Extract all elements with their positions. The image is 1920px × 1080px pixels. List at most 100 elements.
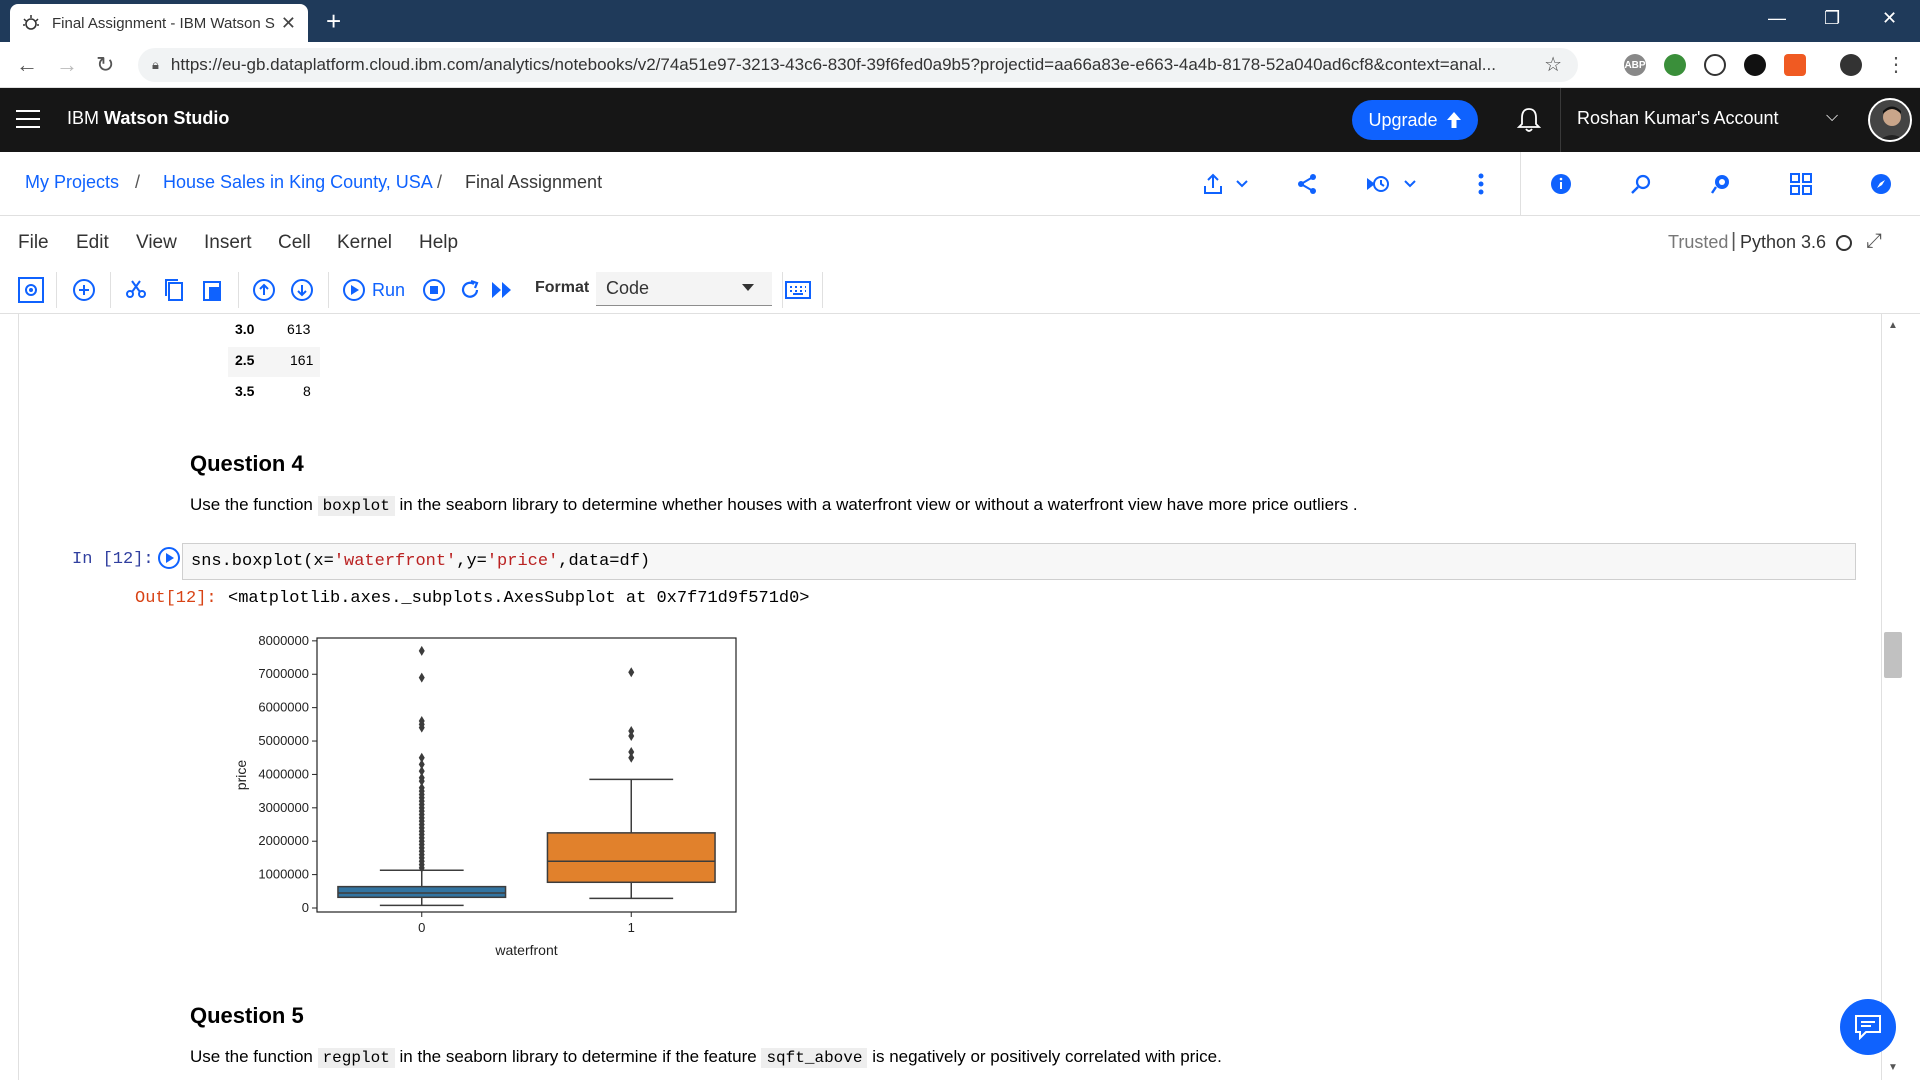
y-tick-label: 7000000 [258, 666, 309, 681]
watson-favicon-icon [22, 14, 40, 32]
address-bar: ← → ↻ 🔒︎ https://eu-gb.dataplatform.clou… [0, 42, 1920, 88]
bookmark-star-icon[interactable]: ☆ [1544, 52, 1562, 77]
chevron-down-icon[interactable]: ⌵ [1826, 108, 1838, 126]
grid-apps-icon[interactable] [1786, 170, 1816, 198]
chat-icon [1855, 1015, 1881, 1040]
scroll-down-icon[interactable]: ▼ [1888, 1062, 1898, 1073]
globe-extension-icon[interactable] [1664, 54, 1686, 76]
adblock-extension-icon[interactable]: ABP [1624, 54, 1646, 76]
find-and-add-data-icon[interactable] [1626, 170, 1656, 198]
y-tick-label: 3000000 [258, 800, 309, 815]
menu-cell[interactable]: Cell [278, 232, 311, 254]
kernel-idle-icon [1836, 235, 1852, 251]
kernel-name[interactable]: Python 3.6 [1740, 232, 1826, 253]
hamburger-menu-icon[interactable] [16, 110, 40, 130]
brand-title[interactable]: IBM Watson Studio [67, 108, 229, 129]
cell-output-text: <matplotlib.axes._subplots.AxesSubplot a… [228, 589, 810, 608]
table-row-value: 8 [303, 383, 311, 399]
breadcrumb-current: Final Assignment [465, 172, 603, 192]
menu-view[interactable]: View [136, 232, 177, 254]
scrollbar-thumb[interactable] [1884, 632, 1902, 678]
user-avatar[interactable] [1868, 98, 1912, 142]
trusted-indicator[interactable]: Trusted [1668, 232, 1728, 253]
header-divider [1560, 88, 1561, 152]
upgrade-button[interactable]: Upgrade [1352, 100, 1478, 140]
close-tab-icon[interactable]: ✕ [281, 13, 296, 34]
move-down-icon[interactable] [288, 276, 316, 304]
code-cell-editor[interactable]: sns.boxplot(x='waterfront',y='price',dat… [182, 543, 1856, 580]
restart-run-all-icon[interactable] [488, 276, 516, 304]
forward-icon[interactable]: → [56, 52, 78, 78]
app-header: IBM Watson Studio Upgrade Roshan Kumar's… [0, 88, 1920, 152]
scrollbar[interactable] [1884, 314, 1904, 1080]
toolbar-separator [110, 272, 111, 308]
upgrade-label: Upgrade [1368, 109, 1438, 130]
compass-icon[interactable] [1866, 170, 1896, 198]
cell-format-select[interactable]: Code [596, 272, 772, 306]
url-field[interactable]: 🔒︎ https://eu-gb.dataplatform.cloud.ibm.… [138, 48, 1578, 82]
browser-tab[interactable]: Final Assignment - IBM Watson S ✕ [10, 4, 308, 42]
expand-icon[interactable]: ⤢ [1866, 230, 1882, 253]
assets-icon[interactable] [1706, 170, 1736, 198]
menu-file[interactable]: File [18, 232, 49, 254]
y-tick-label: 1000000 [258, 867, 309, 882]
insert-cell-icon[interactable] [70, 276, 98, 304]
paste-icon[interactable] [198, 276, 226, 304]
run-button[interactable]: Run [342, 276, 405, 304]
overflow-menu-icon[interactable] [1466, 170, 1496, 198]
table-row-key: 3.0 [235, 321, 255, 337]
menu-insert[interactable]: Insert [204, 232, 252, 254]
toolbar-separator [822, 272, 823, 308]
chat-support-button[interactable] [1840, 999, 1896, 1055]
back-icon[interactable]: ← [16, 52, 38, 78]
scroll-up-icon[interactable]: ▲ [1888, 320, 1898, 331]
breadcrumb-project[interactable]: House Sales in King County, USA [163, 172, 433, 193]
link-extension-icon[interactable] [1704, 54, 1726, 76]
reload-icon[interactable]: ↻ [96, 52, 114, 78]
toolbar-separator [782, 272, 783, 308]
copy-icon[interactable] [160, 276, 188, 304]
stop-icon[interactable] [420, 276, 448, 304]
version-history-icon[interactable] [1364, 170, 1422, 198]
breadcrumb-my-projects[interactable]: My Projects [25, 172, 119, 193]
notebook-info-icon[interactable] [17, 276, 45, 304]
new-tab-icon[interactable]: + [326, 8, 341, 34]
toolbar-separator [56, 272, 57, 308]
menu-edit[interactable]: Edit [76, 232, 109, 254]
chat-extension-icon[interactable] [1744, 54, 1766, 76]
url-text: https://eu-gb.dataplatform.cloud.ibm.com… [170, 55, 1496, 74]
table-row-key: 3.5 [235, 383, 255, 399]
breadcrumb-separator: / [437, 172, 443, 192]
menu-kernel[interactable]: Kernel [337, 232, 392, 254]
y-tick-label: 4000000 [258, 766, 309, 781]
inline-code: regplot [317, 1048, 395, 1068]
menu-help[interactable]: Help [419, 232, 458, 254]
y-axis-label: price [233, 760, 249, 791]
breadcrumb: My Projects / House Sales in King County… [0, 152, 1920, 216]
outlier-point [418, 672, 425, 683]
y-tick-label: 2000000 [258, 833, 309, 848]
minimize-icon[interactable]: — [1768, 8, 1786, 29]
question-5-text: Use the function regplot in the seaborn … [190, 1047, 1222, 1068]
format-label: Format [535, 279, 590, 296]
export-icon[interactable] [1198, 170, 1254, 198]
brave-extension-icon[interactable] [1784, 54, 1806, 76]
restart-kernel-icon[interactable] [456, 276, 484, 304]
question-4-text: Use the function boxplot in the seaborn … [190, 495, 1358, 516]
notification-bell-icon[interactable] [1516, 106, 1542, 134]
profile-avatar-icon[interactable] [1840, 54, 1862, 76]
share-icon[interactable] [1292, 170, 1322, 198]
restore-icon[interactable]: ❐ [1824, 8, 1840, 29]
x-tick-label: 0 [418, 920, 425, 935]
account-switcher[interactable]: Roshan Kumar's Account [1577, 108, 1779, 129]
close-window-icon[interactable]: ✕ [1882, 8, 1897, 29]
keyboard-shortcuts-icon[interactable] [784, 276, 812, 304]
cut-icon[interactable] [122, 276, 150, 304]
table-row-value: 613 [287, 321, 311, 337]
move-up-icon[interactable] [250, 276, 278, 304]
tab-title: Final Assignment - IBM Watson S [52, 14, 275, 32]
browser-tab-bar: Final Assignment - IBM Watson S ✕ + — ❐ … [0, 0, 1920, 42]
run-cell-icon[interactable] [158, 547, 180, 569]
info-icon[interactable] [1546, 170, 1576, 198]
browser-menu-icon[interactable]: ⋮ [1886, 52, 1906, 77]
